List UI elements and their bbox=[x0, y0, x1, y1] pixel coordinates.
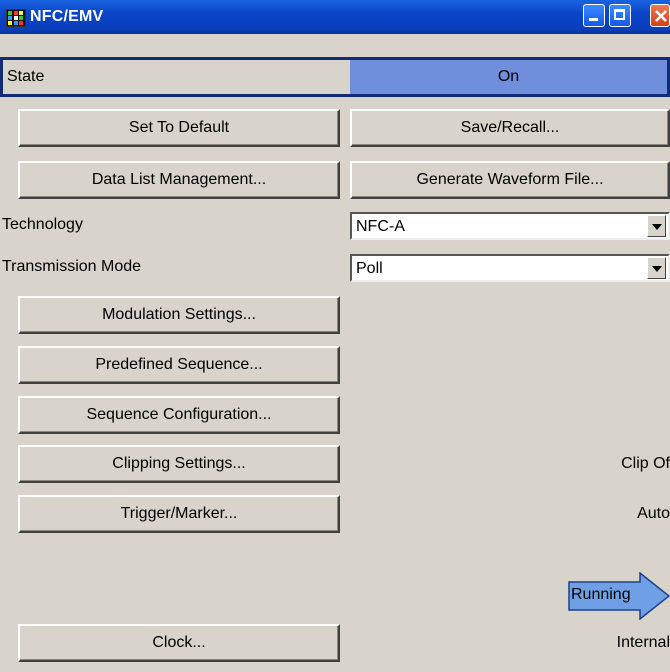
save-recall-button[interactable]: Save/Recall... bbox=[350, 109, 670, 147]
predefined-sequence-button[interactable]: Predefined Sequence... bbox=[18, 346, 340, 384]
minimize-icon bbox=[589, 18, 598, 21]
clipping-settings-button[interactable]: Clipping Settings... bbox=[18, 445, 340, 483]
modulation-settings-button[interactable]: Modulation Settings... bbox=[18, 296, 340, 334]
clipping-status: Clip Of bbox=[621, 455, 670, 472]
data-list-management-button[interactable]: Data List Management... bbox=[18, 161, 340, 199]
window-title: NFC/EMV bbox=[30, 8, 104, 25]
close-button[interactable] bbox=[650, 4, 670, 27]
state-label: State bbox=[7, 68, 45, 85]
generate-waveform-file-button[interactable]: Generate Waveform File... bbox=[350, 161, 670, 199]
technology-value: NFC-A bbox=[356, 218, 405, 235]
maximize-icon bbox=[614, 9, 625, 20]
minimize-button[interactable] bbox=[583, 4, 605, 27]
transmission-mode-value: Poll bbox=[356, 260, 383, 277]
clock-button[interactable]: Clock... bbox=[18, 624, 340, 662]
trigger-marker-button[interactable]: Trigger/Marker... bbox=[18, 495, 340, 533]
transmission-mode-label: Transmission Mode bbox=[2, 258, 142, 275]
dropdown-arrow-icon[interactable] bbox=[647, 257, 666, 279]
trigger-mode-status: Auto bbox=[637, 505, 670, 522]
maximize-button[interactable] bbox=[609, 4, 631, 27]
running-indicator: Running bbox=[568, 572, 670, 620]
clock-source-status: Internal bbox=[616, 634, 670, 651]
state-row[interactable]: State On bbox=[0, 57, 670, 97]
sequence-configuration-button[interactable]: Sequence Configuration... bbox=[18, 396, 340, 434]
technology-label: Technology bbox=[2, 216, 83, 233]
dropdown-arrow-icon[interactable] bbox=[647, 215, 666, 237]
technology-select[interactable]: NFC-A bbox=[350, 212, 670, 240]
close-icon bbox=[655, 10, 667, 22]
running-label: Running bbox=[571, 586, 631, 603]
title-bar[interactable]: NFC/EMV bbox=[0, 0, 670, 34]
transmission-mode-select[interactable]: Poll bbox=[350, 254, 670, 282]
state-toggle[interactable]: On bbox=[350, 60, 667, 94]
set-to-default-button[interactable]: Set To Default bbox=[18, 109, 340, 147]
app-icon bbox=[6, 9, 26, 27]
